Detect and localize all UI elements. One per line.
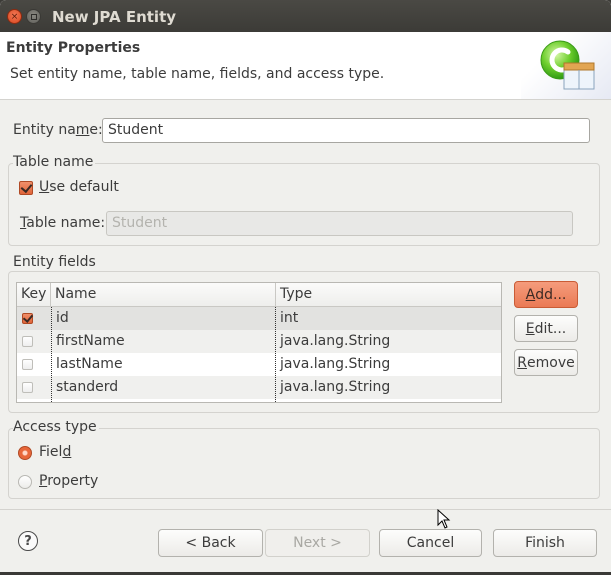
table-header: Key Name Type [17, 283, 501, 307]
column-divider [275, 307, 276, 402]
field-mnemonic: d [62, 444, 72, 460]
remove-label-rest: emove [527, 354, 575, 371]
field-type-cell: int [280, 310, 299, 326]
edit-field-button[interactable]: Edit... [514, 315, 578, 342]
key-checkbox[interactable] [22, 313, 33, 324]
jpa-entity-wizard-icon [540, 40, 595, 90]
entity-name-label-part: Entity na [13, 122, 76, 138]
finish-button[interactable]: Finish [493, 529, 597, 557]
entity-fields-group-legend: Entity fields [13, 254, 98, 270]
field-name-cell: lastName [56, 356, 123, 372]
field-type-cell: java.lang.String [280, 333, 391, 349]
key-checkbox[interactable] [22, 336, 33, 347]
entity-name-label-part: e: [89, 122, 103, 138]
remove-field-button[interactable]: Remove [514, 349, 578, 376]
use-default-label[interactable]: Use default [39, 179, 119, 195]
property-label-rest: roperty [47, 473, 99, 489]
field-access-radio[interactable] [18, 446, 32, 460]
add-field-button[interactable]: Add... [514, 281, 578, 308]
column-divider [51, 307, 52, 402]
table-row[interactable]: standerd java.lang.String [17, 376, 501, 399]
cancel-button[interactable]: Cancel [379, 529, 482, 557]
field-type-cell: java.lang.String [280, 379, 391, 395]
table-name-label-rest: able name: [26, 215, 106, 231]
maximize-window-button[interactable] [26, 9, 41, 24]
field-name-cell: standerd [56, 379, 119, 395]
footer-separator [0, 509, 611, 510]
field-name-cell: id [56, 310, 69, 326]
entity-name-label-mnemonic: m [75, 122, 90, 138]
new-jpa-entity-dialog: × New JPA Entity Entity Properties Set e… [0, 0, 611, 572]
entity-name-label: Entity name: [13, 122, 103, 138]
table-row[interactable]: id int [17, 307, 501, 330]
back-button[interactable]: < Back [158, 529, 263, 557]
key-checkbox[interactable] [22, 382, 33, 393]
field-type-cell: java.lang.String [280, 356, 391, 372]
title-bar: × New JPA Entity [0, 0, 611, 32]
field-name-cell: firstName [56, 333, 125, 349]
table-name-input[interactable]: Student [106, 211, 573, 236]
column-header-name[interactable]: Name [51, 283, 276, 307]
table-name-group-legend: Table name [13, 154, 96, 170]
key-checkbox[interactable] [22, 359, 33, 370]
entity-fields-table: Key Name Type id int firstName java.lang… [16, 282, 502, 403]
add-label-rest: dd... [535, 286, 567, 303]
close-icon: × [10, 11, 19, 22]
wizard-banner: Entity Properties Set entity name, table… [0, 32, 611, 100]
use-default-checkbox[interactable] [19, 181, 33, 195]
access-type-group-legend: Access type [13, 419, 99, 435]
maximize-icon [30, 13, 37, 20]
use-default-mnemonic: U [39, 179, 50, 195]
table-name-value: Student [112, 215, 168, 231]
add-mnemonic: A [525, 286, 536, 303]
column-header-key[interactable]: Key [17, 283, 51, 307]
close-window-button[interactable]: × [7, 9, 22, 24]
entity-name-value: Student [108, 122, 164, 138]
field-access-label[interactable]: Field [39, 444, 71, 460]
use-default-label-rest: se default [49, 179, 119, 195]
field-label-part: Fiel [39, 444, 63, 460]
window-title: New JPA Entity [52, 8, 177, 26]
page-title: Entity Properties [6, 40, 141, 56]
table-name-label: Table name: [20, 215, 105, 231]
edit-label-rest: dit... [534, 320, 567, 337]
edit-mnemonic: E [525, 320, 535, 337]
table-row[interactable]: lastName java.lang.String [17, 353, 501, 376]
table-row[interactable]: firstName java.lang.String [17, 330, 501, 353]
help-icon[interactable]: ? [18, 531, 38, 551]
entity-name-input[interactable]: Student [102, 118, 590, 143]
property-access-radio[interactable] [18, 475, 32, 489]
page-description: Set entity name, table name, fields, and… [10, 66, 385, 82]
next-button[interactable]: Next > [265, 529, 370, 557]
property-access-label[interactable]: Property [39, 473, 98, 489]
column-header-type[interactable]: Type [276, 283, 501, 307]
mouse-cursor-icon [437, 509, 451, 529]
remove-mnemonic: R [517, 354, 527, 371]
property-mnemonic: P [39, 473, 48, 489]
help-glyph: ? [24, 533, 32, 549]
